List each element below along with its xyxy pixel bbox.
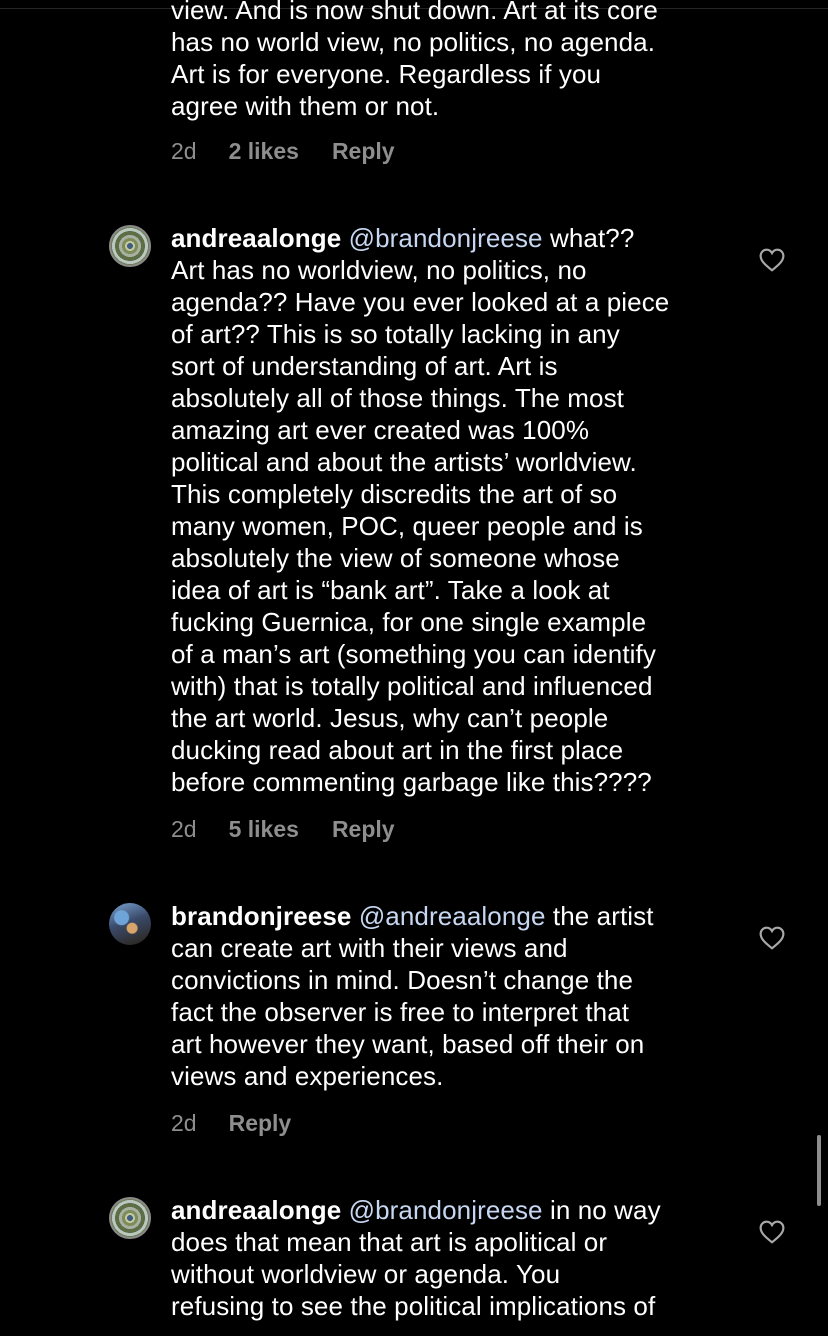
comment-line: the art world. Jesus, why can’t people xyxy=(171,703,609,733)
comment-line: absolutely the view of someone whose xyxy=(171,543,620,573)
comment-text: andreaalonge @brandonjreese what?? Art h… xyxy=(171,222,731,798)
comment-line: agree with them or not. xyxy=(171,91,440,121)
comment-meta: 2d Reply xyxy=(171,1108,291,1138)
scrollbar[interactable] xyxy=(817,1135,821,1206)
comment-username[interactable]: andreaalonge xyxy=(171,1195,341,1225)
top-comment-meta: 2d 2 likes Reply xyxy=(171,136,395,166)
comment-line: ducking read about art in the first plac… xyxy=(171,735,624,765)
comment-mention[interactable]: @andreaalonge xyxy=(359,901,546,931)
comment-line: absolutely all of those things. The most xyxy=(171,383,624,413)
heart-outline-icon[interactable] xyxy=(759,1220,785,1244)
comment-line: refusing to see the political implicatio… xyxy=(171,1291,656,1321)
comment-line: idea of art is “bank art”. Take a look a… xyxy=(171,575,610,605)
comment-line: This completely discredits the art of so xyxy=(171,479,618,509)
comment-username[interactable]: andreaalonge xyxy=(171,223,341,253)
comment-line: of a man’s art (something you can identi… xyxy=(171,639,656,669)
comment-line: without worldview or agenda. You xyxy=(171,1259,561,1289)
avatar[interactable] xyxy=(109,225,151,267)
comment-line: with) that is totally political and infl… xyxy=(171,671,653,701)
likes-count-button[interactable]: 2 likes xyxy=(229,138,299,165)
comment-line: view. And is now shut down. Art at its c… xyxy=(171,0,658,25)
comment-line: political and about the artists’ worldvi… xyxy=(171,447,637,477)
avatar[interactable] xyxy=(109,1197,151,1239)
comment-line: views and experiences. xyxy=(171,1061,444,1091)
comment-text: brandonjreese @andreaalonge the artist c… xyxy=(171,900,731,1092)
comment-timestamp: 2d xyxy=(171,137,197,164)
heart-outline-icon[interactable] xyxy=(759,926,785,950)
comment-username[interactable]: brandonjreese xyxy=(171,901,351,931)
comment-line: what?? xyxy=(542,223,635,253)
comment-line: amazing art ever created was 100% xyxy=(171,415,590,445)
comment-line: before commenting garbage like this???? xyxy=(171,767,652,797)
comment-text: andreaalonge @brandonjreese in no way do… xyxy=(171,1194,731,1322)
comment-line: in no way xyxy=(542,1195,661,1225)
reply-button[interactable]: Reply xyxy=(332,816,395,843)
comment-line: has no world view, no politics, no agend… xyxy=(171,27,656,57)
heart-outline-icon[interactable] xyxy=(759,248,785,272)
comment-line: many women, POC, queer people and is xyxy=(171,511,643,541)
comment-line: agenda?? Have you ever looked at a piece xyxy=(171,287,670,317)
comment-line: art however they want, based off their o… xyxy=(171,1029,645,1059)
comment-line: the artist xyxy=(545,901,654,931)
comment-line: fact the observer is free to interpret t… xyxy=(171,997,630,1027)
comment-timestamp: 2d xyxy=(171,815,197,842)
comment-line: of art?? This is so totally lacking in a… xyxy=(171,319,620,349)
comment-line: Art has no worldview, no politics, no xyxy=(171,255,587,285)
comment-line: does that mean that art is apolitical or xyxy=(171,1227,608,1257)
comment-line: convictions in mind. Doesn’t change the xyxy=(171,965,634,995)
reply-button[interactable]: Reply xyxy=(332,138,395,165)
top-comment-text: view. And is now shut down. Art at its c… xyxy=(171,0,731,122)
reply-button[interactable]: Reply xyxy=(229,1110,292,1137)
comment-mention[interactable]: @brandonjreese xyxy=(349,223,543,253)
comment-meta: 2d 5 likes Reply xyxy=(171,814,395,844)
likes-count-button[interactable]: 5 likes xyxy=(229,816,299,843)
avatar[interactable] xyxy=(109,903,151,945)
comment-line: fucking Guernica, for one single example xyxy=(171,607,647,637)
comment-timestamp: 2d xyxy=(171,1109,197,1136)
comment-line: Art is for everyone. Regardless if you xyxy=(171,59,602,89)
comment-mention[interactable]: @brandonjreese xyxy=(349,1195,543,1225)
comment-line: sort of understanding of art. Art is xyxy=(171,351,558,381)
comment-line: can create art with their views and xyxy=(171,933,568,963)
